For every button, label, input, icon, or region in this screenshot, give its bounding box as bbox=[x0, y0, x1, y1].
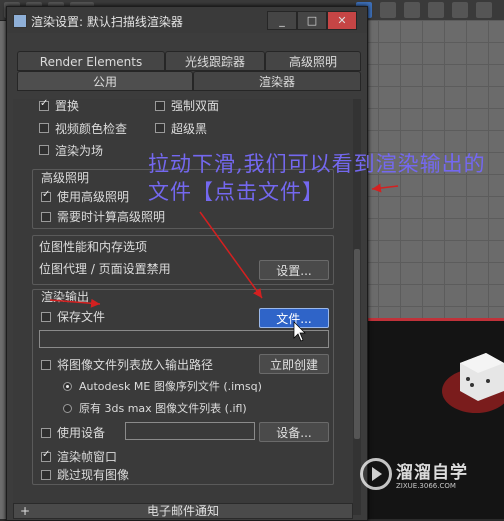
email-notification-label: 电子邮件通知 bbox=[146, 504, 219, 518]
render-output-title: 渲染输出 bbox=[41, 290, 90, 304]
rendered-frame-window-checkbox[interactable] bbox=[41, 449, 51, 462]
play-logo-icon bbox=[360, 458, 392, 490]
tab-common[interactable]: 公用 bbox=[17, 71, 193, 91]
use-device-label: 使用设备 bbox=[57, 426, 106, 440]
graph-icon[interactable] bbox=[380, 2, 396, 18]
close-button[interactable]: ✕ bbox=[327, 11, 357, 30]
material-icon[interactable] bbox=[428, 2, 444, 18]
imsq-radio[interactable] bbox=[63, 382, 72, 391]
save-file-checkbox[interactable] bbox=[41, 312, 51, 322]
super-black-label: 超级黑 bbox=[171, 122, 208, 136]
scrollbar-thumb[interactable] bbox=[354, 249, 360, 439]
device-field[interactable] bbox=[125, 422, 255, 440]
ifl-radio[interactable] bbox=[63, 404, 72, 413]
create-now-button[interactable]: 立即创建 bbox=[259, 354, 329, 374]
use-adv-lighting-label: 使用高级照明 bbox=[57, 190, 130, 204]
use-device-checkbox[interactable] bbox=[41, 428, 51, 438]
output-path-field[interactable] bbox=[39, 330, 329, 348]
bitmap-proxy-status: 位图代理 / 页面设置禁用 bbox=[39, 262, 171, 276]
annotation-text: 拉动下滑,我们可以看到渲染输出的文件【点击文件】 bbox=[148, 152, 486, 204]
rendered-frame-window-label: 渲染帧窗口 bbox=[57, 450, 118, 464]
tab-raytracer[interactable]: 光线跟踪器 bbox=[165, 51, 265, 71]
super-black-checkbox[interactable] bbox=[155, 123, 165, 133]
bitmap-setup-button[interactable]: 设置... bbox=[259, 260, 329, 280]
ifl-radio-label: 原有 3ds max 图像文件列表 (.ifl) bbox=[79, 402, 247, 415]
render-to-fields-checkbox[interactable] bbox=[39, 145, 49, 155]
displace-label: 置换 bbox=[55, 99, 80, 113]
use-adv-lighting-checkbox[interactable] bbox=[41, 189, 51, 202]
devices-button[interactable]: 设备... bbox=[259, 422, 329, 442]
curve-icon[interactable] bbox=[404, 2, 420, 18]
files-button[interactable]: 文件... bbox=[259, 308, 329, 328]
compute-adv-lighting-checkbox[interactable] bbox=[41, 212, 51, 222]
watermark-name: 溜溜自学 bbox=[396, 463, 468, 483]
skip-existing-checkbox[interactable] bbox=[41, 470, 51, 480]
advanced-lighting-title: 高级照明 bbox=[41, 171, 90, 185]
displace-checkbox[interactable] bbox=[39, 99, 49, 111]
tab-renderer[interactable]: 渲染器 bbox=[193, 71, 361, 91]
render-setup-dialog: 渲染设置: 默认扫描线渲染器 _ □ ✕ Render Elements 光线跟… bbox=[6, 6, 368, 521]
force-2side-label: 强制双面 bbox=[171, 99, 220, 113]
app-icon bbox=[13, 14, 27, 28]
email-notification-rollout[interactable]: + 电子邮件通知 bbox=[13, 503, 353, 519]
render-icon[interactable] bbox=[476, 2, 492, 18]
force-2side-checkbox[interactable] bbox=[155, 101, 165, 111]
watermark-url: ZIXUE.3066.COM bbox=[396, 482, 456, 490]
imsq-radio-label: Autodesk ME 图像序列文件 (.imsq) bbox=[79, 380, 262, 393]
tab-render-elements[interactable]: Render Elements bbox=[17, 51, 165, 71]
render-output-group: 渲染输出 保存文件 文件... 将图像文件列表放入输出路径 立即创建 Autod… bbox=[32, 289, 334, 485]
put-image-list-label: 将图像文件列表放入输出路径 bbox=[57, 358, 214, 372]
bitmap-performance-group: 位图性能和内存选项 位图代理 / 页面设置禁用 设置... bbox=[32, 235, 334, 285]
dialog-title: 渲染设置: 默认扫描线渲染器 bbox=[31, 15, 183, 29]
watermark: 溜溜自学 ZIXUE.3066.COM bbox=[356, 452, 502, 502]
minimize-button[interactable]: _ bbox=[267, 11, 297, 30]
bitmap-performance-title: 位图性能和内存选项 bbox=[39, 240, 148, 254]
skip-existing-label: 跳过现有图像 bbox=[57, 468, 130, 482]
save-file-label: 保存文件 bbox=[57, 310, 106, 324]
compute-adv-lighting-label: 需要时计算高级照明 bbox=[57, 210, 166, 224]
render-setup-icon[interactable] bbox=[452, 2, 468, 18]
tab-advanced-lighting[interactable]: 高级照明 bbox=[265, 51, 361, 71]
maximize-button[interactable]: □ bbox=[297, 11, 327, 30]
render-to-fields-label: 渲染为场 bbox=[55, 144, 104, 158]
video-color-check-label: 视频颜色检查 bbox=[55, 122, 128, 136]
dialog-titlebar[interactable]: 渲染设置: 默认扫描线渲染器 _ □ ✕ bbox=[7, 7, 367, 33]
put-image-list-checkbox[interactable] bbox=[41, 360, 51, 370]
video-color-check-checkbox[interactable] bbox=[39, 123, 49, 133]
